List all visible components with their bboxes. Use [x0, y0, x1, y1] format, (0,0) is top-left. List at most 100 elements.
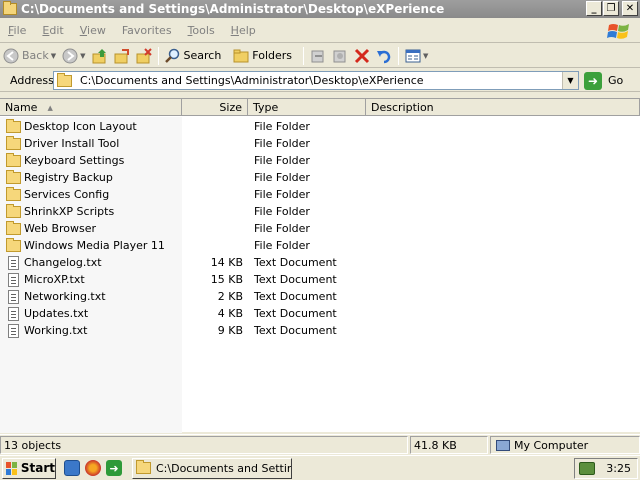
file-row[interactable]: Web Browser File Folder — [0, 220, 640, 237]
delete-button[interactable] — [351, 45, 373, 67]
file-type: File Folder — [254, 154, 310, 167]
copy-to-button[interactable] — [111, 45, 133, 67]
close-button[interactable]: ✕ — [622, 1, 638, 16]
file-name: ShrinkXP Scripts — [24, 205, 115, 218]
undo-button[interactable] — [373, 45, 395, 67]
taskbar-explorer-window[interactable]: C:\Documents and Settin... — [132, 457, 292, 479]
copy-to-folder-button[interactable] — [329, 45, 351, 67]
maximize-button[interactable]: ❐ — [603, 1, 619, 16]
toolbar-separator — [398, 46, 400, 65]
text-document-icon — [8, 272, 19, 287]
file-row[interactable]: Keyboard Settings File Folder — [0, 152, 640, 169]
file-type: File Folder — [254, 222, 310, 235]
file-name-cell[interactable]: ShrinkXP Scripts — [0, 203, 182, 218]
file-row[interactable]: Desktop Icon Layout File Folder — [0, 118, 640, 135]
views-button[interactable]: ▼ — [402, 45, 431, 67]
file-row[interactable]: Changelog.txt 14 KB Text Document — [0, 254, 640, 271]
status-location: My Computer — [490, 436, 640, 454]
address-dropdown-icon[interactable]: ▼ — [562, 72, 578, 89]
file-name-cell[interactable]: Working.txt — [0, 323, 182, 338]
file-type: File Folder — [254, 188, 310, 201]
start-button[interactable]: Start — [2, 457, 56, 479]
file-row[interactable]: Services Config File Folder — [0, 186, 640, 203]
explorer-window: C:\Documents and Settings\Administrator\… — [0, 0, 640, 455]
file-name-cell[interactable]: Desktop Icon Layout — [0, 118, 182, 133]
file-name-cell[interactable]: Networking.txt — [0, 289, 182, 304]
show-desktop-icon[interactable] — [64, 460, 80, 476]
title-bar[interactable]: C:\Documents and Settings\Administrator\… — [0, 0, 640, 18]
file-name-cell[interactable]: Updates.txt — [0, 306, 182, 321]
file-type: Text Document — [254, 290, 337, 303]
forward-dropdown-icon[interactable]: ▼ — [80, 52, 85, 60]
file-row[interactable]: Networking.txt 2 KB Text Document — [0, 288, 640, 305]
file-type: File Folder — [254, 120, 310, 133]
file-name: Registry Backup — [24, 171, 113, 184]
file-name-cell[interactable]: Web Browser — [0, 220, 182, 235]
taskbar-window-label: C:\Documents and Settin... — [156, 461, 292, 475]
file-type: Text Document — [254, 324, 337, 337]
file-size: 2 KB — [217, 290, 243, 303]
column-description[interactable]: Description — [366, 99, 640, 116]
file-name-cell[interactable]: Driver Install Tool — [0, 135, 182, 150]
window-title: C:\Documents and Settings\Administrator\… — [21, 2, 445, 16]
sort-ascending-icon: ▲ — [47, 103, 53, 112]
menu-tools[interactable]: Tools — [180, 24, 223, 37]
back-dropdown-icon[interactable]: ▼ — [51, 52, 56, 60]
file-type: Text Document — [254, 256, 337, 269]
forward-button[interactable]: ▼ — [59, 45, 88, 67]
search-button[interactable]: Search — [162, 45, 225, 67]
minimize-button[interactable]: _ — [586, 1, 602, 16]
folder-icon — [6, 237, 21, 252]
forward-arrow-icon — [62, 48, 78, 63]
go-button[interactable]: ➜ Go — [584, 71, 623, 90]
file-row[interactable]: MicroXP.txt 15 KB Text Document — [0, 271, 640, 288]
up-folder-button[interactable] — [89, 45, 111, 67]
folder-icon — [3, 1, 17, 15]
go-arrow-icon: ➜ — [584, 71, 602, 90]
file-row[interactable]: Windows Media Player 11 File Folder — [0, 237, 640, 254]
copy-to-icon — [333, 50, 346, 62]
copy-folder-icon — [114, 48, 129, 63]
clock: 3:25 — [606, 462, 631, 475]
file-list[interactable]: Name ▲ Size Type Description Desktop Ico… — [0, 98, 640, 433]
menu-view[interactable]: View — [72, 24, 114, 37]
file-name-cell[interactable]: Windows Media Player 11 — [0, 237, 182, 252]
menu-edit[interactable]: Edit — [34, 24, 71, 37]
file-name-cell[interactable]: Keyboard Settings — [0, 152, 182, 167]
network-icon[interactable] — [579, 462, 595, 475]
browser-icon[interactable] — [85, 460, 101, 476]
file-name-cell[interactable]: MicroXP.txt — [0, 272, 182, 287]
address-input[interactable]: C:\Documents and Settings\Administrator\… — [53, 71, 579, 90]
address-bar: Address C:\Documents and Settings\Admini… — [0, 69, 640, 92]
windows-logo-icon — [607, 24, 629, 39]
menu-file[interactable]: File — [0, 24, 34, 37]
folder-icon — [6, 118, 21, 133]
file-type: File Folder — [254, 171, 310, 184]
file-row[interactable]: Registry Backup File Folder — [0, 169, 640, 186]
views-dropdown-icon[interactable]: ▼ — [423, 52, 428, 60]
file-name-cell[interactable]: Changelog.txt — [0, 255, 182, 270]
move-to-folder-button[interactable] — [307, 45, 329, 67]
menu-help[interactable]: Help — [223, 24, 264, 37]
move-folder-icon — [136, 47, 152, 63]
folders-button[interactable]: Folders — [230, 45, 295, 67]
file-name-cell[interactable]: Registry Backup — [0, 169, 182, 184]
file-row[interactable]: Updates.txt 4 KB Text Document — [0, 305, 640, 322]
folder-icon — [6, 203, 21, 218]
file-row[interactable]: Working.txt 9 KB Text Document — [0, 322, 640, 339]
move-to-button[interactable] — [133, 45, 155, 67]
file-name-cell[interactable]: Services Config — [0, 186, 182, 201]
search-label: Search — [183, 49, 222, 62]
menu-favorites[interactable]: Favorites — [114, 24, 180, 37]
back-button[interactable]: Back ▼ — [0, 45, 59, 67]
column-type[interactable]: Type — [248, 99, 366, 116]
column-name[interactable]: Name ▲ — [0, 99, 182, 116]
file-name: Windows Media Player 11 — [24, 239, 165, 252]
back-arrow-icon — [3, 48, 19, 63]
run-arrow-icon[interactable]: ➜ — [106, 460, 122, 476]
file-row[interactable]: ShrinkXP Scripts File Folder — [0, 203, 640, 220]
file-row[interactable]: Driver Install Tool File Folder — [0, 135, 640, 152]
status-object-count: 13 objects — [0, 436, 408, 454]
windows-flag-icon — [6, 461, 17, 475]
column-size[interactable]: Size — [182, 99, 248, 116]
